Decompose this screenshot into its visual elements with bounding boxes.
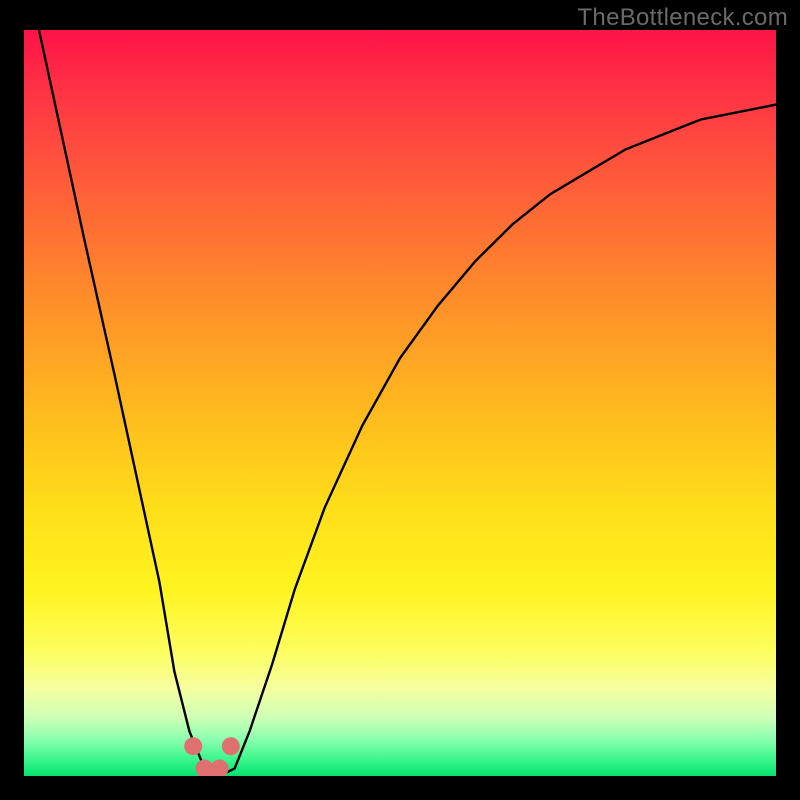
chart-container: TheBottleneck.com bbox=[0, 0, 800, 800]
plot-area bbox=[24, 30, 776, 776]
minimum-marker bbox=[211, 760, 229, 777]
minimum-marker bbox=[184, 737, 202, 755]
bottleneck-curve bbox=[39, 30, 776, 776]
curve-layer bbox=[24, 30, 776, 776]
watermark-text: TheBottleneck.com bbox=[577, 4, 788, 32]
minimum-marker bbox=[222, 737, 240, 755]
